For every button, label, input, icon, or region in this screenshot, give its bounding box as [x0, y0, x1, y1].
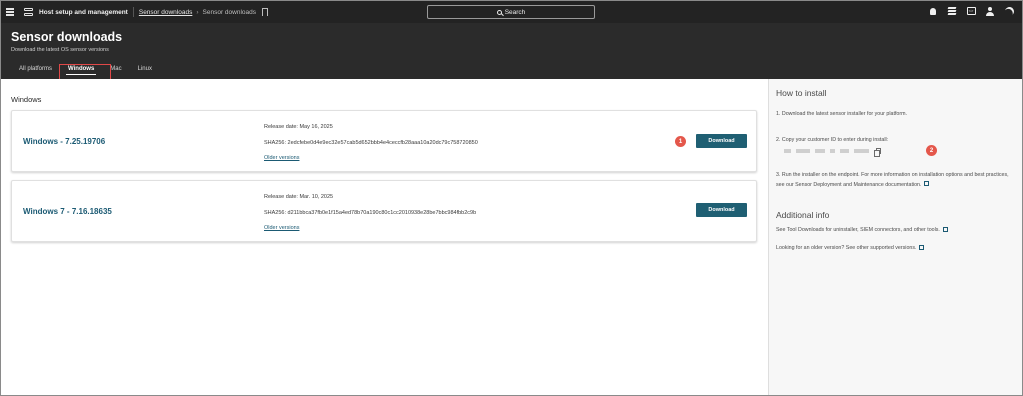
main-content: Windows Windows - 7.25.19706 Release dat…	[1, 79, 768, 395]
customer-id-masked	[784, 148, 881, 157]
page-header: Sensor downloads Download the latest OS …	[1, 23, 1022, 79]
install-step-2: 2. Copy your customer ID to enter during…	[776, 137, 889, 143]
breadcrumb-sensor-downloads-link[interactable]: Sensor downloads	[139, 9, 192, 16]
additional-info-title: Additional info	[776, 210, 830, 220]
external-link-icon[interactable]	[924, 181, 930, 186]
copy-icon[interactable]	[874, 148, 881, 157]
page-title: Sensor downloads	[11, 30, 123, 44]
older-versions-link[interactable]: Older versions	[264, 225, 299, 231]
sensor-card: Windows 7 - 7.16.18635 Release date: Mar…	[11, 180, 757, 242]
app-window: Host setup and management Sensor downloa…	[0, 0, 1023, 396]
install-step-3: 3. Run the installer on the endpoint. Fo…	[776, 171, 1016, 190]
install-step-1: 1. Download the latest sensor installer …	[776, 111, 908, 117]
older-versions-link[interactable]: Older versions	[264, 155, 299, 161]
bell-icon[interactable]	[928, 6, 938, 16]
external-link-icon[interactable]	[942, 226, 948, 232]
keyboard-icon[interactable]: <>	[966, 6, 976, 16]
sha256-hash: SHA256: d211bbca37fb0e1f15a4ed78b70a190c…	[264, 210, 477, 216]
tab-linux[interactable]: Linux	[130, 63, 160, 78]
host-management-icon	[24, 8, 33, 16]
tool-downloads-text[interactable]: See Tool Downloads for uninstaller, SIEM…	[776, 227, 940, 233]
external-link-icon[interactable]	[919, 244, 925, 250]
search-bar[interactable]: Search	[427, 5, 595, 19]
older-version-info: Looking for an older version? See other …	[776, 244, 1016, 254]
search-icon	[496, 9, 502, 15]
menu-icon[interactable]	[6, 8, 14, 16]
user-icon[interactable]	[985, 6, 995, 16]
release-date: Release date: May 16, 2025	[264, 124, 333, 130]
install-step-3-text[interactable]: 3. Run the installer on the endpoint. Fo…	[776, 172, 1009, 188]
step-badge-2: 2	[926, 145, 937, 156]
release-date: Release date: Mar. 10, 2025	[264, 194, 334, 200]
breadcrumb-current: Sensor downloads	[202, 8, 256, 16]
breadcrumb-root: Host setup and management	[39, 8, 128, 16]
how-to-install-title: How to install	[776, 88, 827, 98]
stack-icon[interactable]	[947, 6, 957, 16]
install-panel: How to install 1. Download the latest se…	[768, 79, 1022, 395]
download-button[interactable]: Download	[696, 203, 747, 217]
sha256-hash: SHA256: 2edcfebe0d4e9ec32e57cab5d652bbb4…	[264, 140, 478, 146]
moon-icon[interactable]	[1004, 6, 1014, 16]
section-title: Windows	[11, 95, 42, 104]
top-icon-group: <>	[928, 6, 1014, 16]
older-version-text[interactable]: Looking for an older version? See other …	[776, 245, 916, 251]
search-label: Search	[504, 8, 526, 16]
step-badge-1: 1	[675, 136, 686, 147]
top-bar: Host setup and management Sensor downloa…	[1, 1, 1022, 23]
breadcrumb-divider	[132, 7, 134, 17]
sensor-name: Windows - 7.25.19706	[23, 137, 106, 146]
tool-downloads-info: See Tool Downloads for uninstaller, SIEM…	[776, 226, 1016, 236]
tab-all-platforms[interactable]: All platforms	[11, 63, 60, 78]
download-button[interactable]: Download	[696, 134, 747, 148]
sensor-card: Windows - 7.25.19706 Release date: May 1…	[11, 110, 757, 172]
page-subtitle: Download the latest OS sensor versions	[11, 47, 109, 53]
sensor-name: Windows 7 - 7.16.18635	[23, 207, 112, 216]
bookmark-icon[interactable]	[262, 8, 268, 16]
chevron-right-icon: ›	[196, 8, 199, 16]
